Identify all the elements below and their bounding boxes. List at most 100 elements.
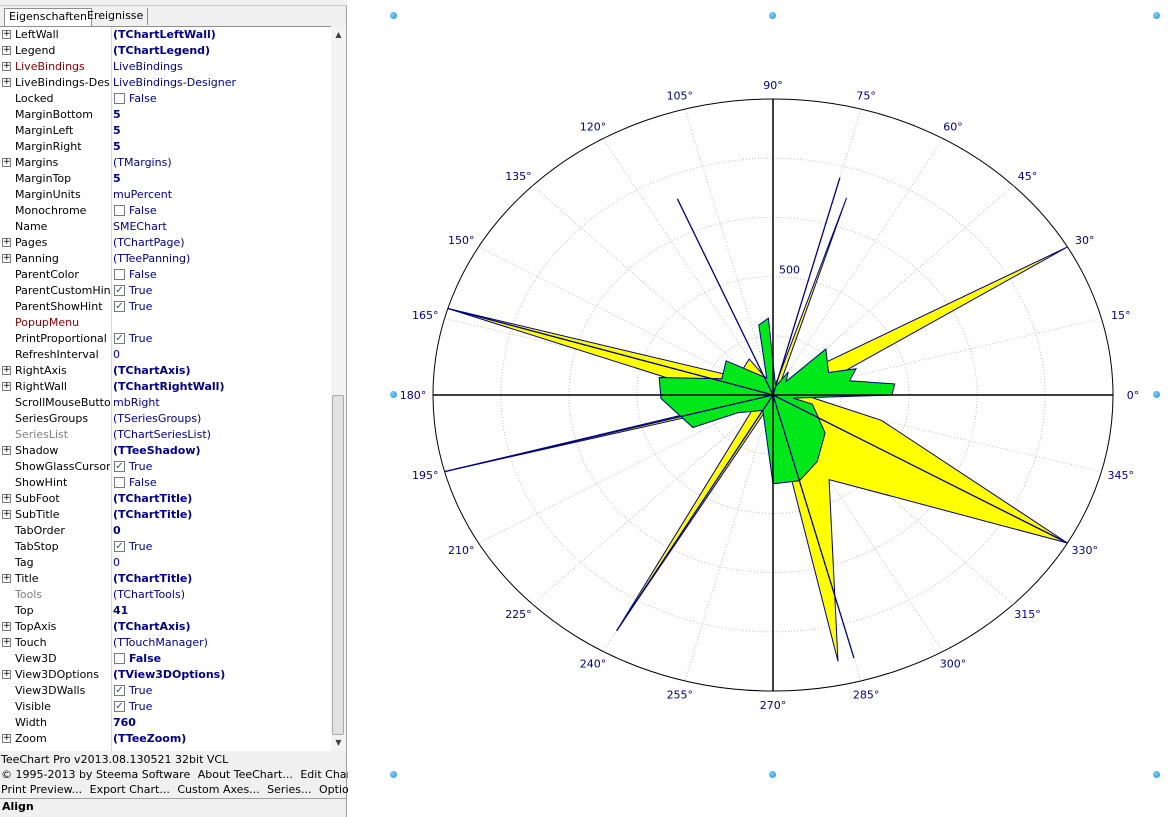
property-row-margintop[interactable]: MarginTop 5 bbox=[0, 171, 331, 187]
property-row-shadow[interactable]: + Shadow (TTeeShadow) bbox=[0, 443, 331, 459]
property-row-width[interactable]: Width 760 bbox=[0, 715, 331, 731]
property-value[interactable]: 760 bbox=[113, 715, 136, 731]
property-row-margins[interactable]: + Margins (TMargins) bbox=[0, 155, 331, 171]
expand-plus-icon[interactable]: + bbox=[2, 158, 11, 167]
resize-handle-top-right[interactable] bbox=[1153, 12, 1160, 19]
property-value[interactable]: (TChartTools) bbox=[113, 587, 185, 603]
scroll-down-icon[interactable]: ▼ bbox=[331, 735, 346, 750]
expand-plus-icon[interactable]: + bbox=[2, 734, 11, 743]
print-preview-link[interactable]: Print Preview... bbox=[1, 783, 82, 796]
expand-plus-icon[interactable]: + bbox=[2, 366, 11, 375]
property-value[interactable]: 41 bbox=[113, 603, 128, 619]
property-row-rightaxis[interactable]: + RightAxis (TChartAxis) bbox=[0, 363, 331, 379]
property-value[interactable]: (TTouchManager) bbox=[113, 635, 208, 651]
property-row-parentcustomhint[interactable]: ParentCustomHint ✓ True bbox=[0, 283, 331, 299]
custom-axes-link[interactable]: Custom Axes... bbox=[177, 783, 259, 796]
property-value[interactable]: 0 bbox=[113, 555, 120, 571]
property-checkbox[interactable] bbox=[114, 205, 125, 216]
property-row-livebindings[interactable]: + LiveBindings LiveBindings bbox=[0, 59, 331, 75]
expand-plus-icon[interactable]: + bbox=[2, 510, 11, 519]
property-value[interactable]: True bbox=[129, 683, 152, 699]
property-row-marginunits[interactable]: MarginUnits muPercent bbox=[0, 187, 331, 203]
property-value[interactable]: False bbox=[129, 475, 157, 491]
property-row-showhint[interactable]: ShowHint False bbox=[0, 475, 331, 491]
property-row-tabstop[interactable]: TabStop ✓ True bbox=[0, 539, 331, 555]
property-row-marginright[interactable]: MarginRight 5 bbox=[0, 139, 331, 155]
property-row-refreshinterval[interactable]: RefreshInterval 0 bbox=[0, 347, 331, 363]
expand-plus-icon[interactable]: + bbox=[2, 78, 11, 87]
about-teechart-link[interactable]: About TeeChart... bbox=[198, 768, 293, 781]
property-value[interactable]: True bbox=[129, 459, 152, 475]
property-value[interactable]: (TChartRightWall) bbox=[113, 379, 224, 395]
expand-plus-icon[interactable]: + bbox=[2, 46, 11, 55]
property-row-marginbottom[interactable]: MarginBottom 5 bbox=[0, 107, 331, 123]
property-value[interactable]: 0 bbox=[113, 523, 121, 539]
resize-handle-bottom-right[interactable] bbox=[1153, 771, 1160, 778]
resize-handle-top[interactable] bbox=[769, 12, 776, 19]
property-row-top[interactable]: Top 41 bbox=[0, 603, 331, 619]
property-value[interactable]: LiveBindings bbox=[113, 59, 183, 75]
property-value[interactable]: True bbox=[129, 539, 152, 555]
property-value[interactable]: 5 bbox=[113, 139, 121, 155]
property-value[interactable]: (TTeeZoom) bbox=[113, 731, 186, 747]
property-row-touch[interactable]: + Touch (TTouchManager) bbox=[0, 635, 331, 651]
property-value[interactable]: (TSeriesGroups) bbox=[113, 411, 201, 427]
polar-chart[interactable]: 500 0° 15° 30° 45° 60° 75° 90° 105° 120° 135° 150° 1… bbox=[348, 0, 1168, 817]
property-value[interactable]: False bbox=[129, 203, 157, 219]
property-checkbox[interactable]: ✓ bbox=[114, 333, 125, 344]
property-row-parentcolor[interactable]: ParentColor False bbox=[0, 267, 331, 283]
property-value[interactable]: LiveBindings-Designer bbox=[113, 75, 236, 91]
expand-plus-icon[interactable]: + bbox=[2, 622, 11, 631]
property-row-marginleft[interactable]: MarginLeft 5 bbox=[0, 123, 331, 139]
property-value[interactable]: (TChartAxis) bbox=[113, 619, 191, 635]
property-checkbox[interactable]: ✓ bbox=[114, 285, 125, 296]
property-row-legend[interactable]: + Legend (TChartLegend) bbox=[0, 43, 331, 59]
property-row-leftwall[interactable]: + LeftWall (TChartLeftWall) bbox=[0, 27, 331, 43]
scroll-up-icon[interactable]: ▲ bbox=[331, 27, 346, 42]
expand-plus-icon[interactable]: + bbox=[2, 254, 11, 263]
property-checkbox[interactable] bbox=[114, 93, 125, 104]
expand-plus-icon[interactable]: + bbox=[2, 62, 11, 71]
property-row-showglasscursor[interactable]: ShowGlassCursor ✓ True bbox=[0, 459, 331, 475]
property-value[interactable]: (TTeeShadow) bbox=[113, 443, 201, 459]
property-value[interactable]: (TChartTitle) bbox=[113, 507, 192, 523]
expand-plus-icon[interactable]: + bbox=[2, 638, 11, 647]
property-checkbox[interactable] bbox=[114, 653, 125, 664]
resize-handle-bottom-left[interactable] bbox=[390, 771, 397, 778]
property-row-livebindings-designer[interactable]: + LiveBindings-DesignerLiveBindings-Desig… bbox=[0, 75, 331, 91]
expand-plus-icon[interactable]: + bbox=[2, 238, 11, 247]
property-checkbox[interactable] bbox=[114, 477, 125, 488]
property-value[interactable]: False bbox=[129, 651, 161, 667]
property-checkbox[interactable]: ✓ bbox=[114, 685, 125, 696]
property-value[interactable]: 5 bbox=[113, 123, 121, 139]
tab-events[interactable]: Ereignisse bbox=[83, 8, 149, 25]
series-link[interactable]: Series... bbox=[267, 783, 311, 796]
property-value[interactable]: (TMargins) bbox=[113, 155, 172, 171]
property-value[interactable]: muPercent bbox=[113, 187, 172, 203]
property-row-visible[interactable]: Visible ✓ True bbox=[0, 699, 331, 715]
property-value[interactable]: True bbox=[129, 699, 152, 715]
property-checkbox[interactable]: ✓ bbox=[114, 301, 125, 312]
property-row-zoom[interactable]: + Zoom (TTeeZoom) bbox=[0, 731, 331, 747]
property-row-rightwall[interactable]: + RightWall (TChartRightWall) bbox=[0, 379, 331, 395]
resize-handle-top-left[interactable] bbox=[390, 12, 397, 19]
property-value[interactable]: False bbox=[129, 267, 157, 283]
property-row-pages[interactable]: + Pages (TChartPage) bbox=[0, 235, 331, 251]
property-value[interactable]: (TChartPage) bbox=[113, 235, 185, 251]
property-row-topaxis[interactable]: + TopAxis (TChartAxis) bbox=[0, 619, 331, 635]
property-row-view3doptions[interactable]: + View3DOptions (TView3DOptions) bbox=[0, 667, 331, 683]
resize-handle-left[interactable] bbox=[390, 391, 397, 398]
property-value[interactable]: (TTeePanning) bbox=[113, 251, 190, 267]
expand-plus-icon[interactable]: + bbox=[2, 382, 11, 391]
property-value[interactable]: mbRight bbox=[113, 395, 160, 411]
property-checkbox[interactable]: ✓ bbox=[114, 461, 125, 472]
property-row-scrollmousebutton[interactable]: ScrollMouseButton mbRight bbox=[0, 395, 331, 411]
property-value[interactable]: (TChartLegend) bbox=[113, 43, 210, 59]
property-row-popupmenu[interactable]: PopupMenu bbox=[0, 315, 331, 331]
property-row-tag[interactable]: Tag 0 bbox=[0, 555, 331, 571]
property-checkbox[interactable]: ✓ bbox=[114, 541, 125, 552]
property-value[interactable]: (TChartSeriesList) bbox=[113, 427, 211, 443]
resize-handle-bottom[interactable] bbox=[769, 771, 776, 778]
property-row-monochrome[interactable]: Monochrome False bbox=[0, 203, 331, 219]
property-value[interactable]: (TChartTitle) bbox=[113, 571, 192, 587]
